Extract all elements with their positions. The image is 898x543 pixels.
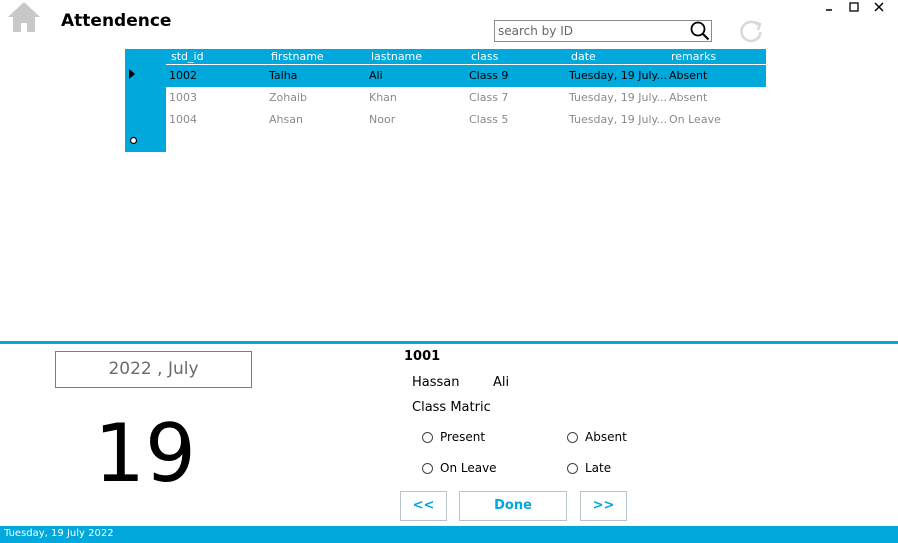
column-header-lastname[interactable]: lastname (371, 50, 422, 63)
done-button[interactable]: Done (459, 491, 567, 521)
day-number: 19 (94, 407, 196, 500)
cell-firstname[interactable]: Zohaib (269, 91, 307, 104)
table-row[interactable]: 1004 Ahsan Noor Class 5 Tuesday, 19 July… (166, 109, 766, 131)
column-header-firstname[interactable]: firstname (271, 50, 324, 63)
refresh-icon[interactable] (738, 19, 764, 45)
minimize-button[interactable] (818, 0, 842, 16)
search-icon[interactable] (689, 21, 711, 41)
radio-label[interactable]: Absent (585, 430, 627, 444)
column-header-std-id[interactable]: std_id (171, 50, 204, 63)
cell-firstname[interactable]: Talha (269, 69, 297, 82)
next-button[interactable]: >> (580, 491, 627, 521)
radio-on-leave[interactable]: On Leave (422, 461, 502, 477)
current-row-arrow-icon (129, 69, 135, 79)
cell-date[interactable]: Tuesday, 19 July... (569, 91, 667, 104)
radio-button[interactable] (567, 432, 578, 443)
grid-header (125, 49, 766, 64)
new-row-marker-icon (129, 136, 138, 145)
column-header-date[interactable]: date (571, 50, 596, 63)
status-bar: Tuesday, 19 July 2022 (0, 526, 898, 543)
cell-std-id[interactable]: 1003 (169, 91, 197, 104)
cell-date[interactable]: Tuesday, 19 July... (569, 113, 667, 126)
cell-std-id[interactable]: 1004 (169, 113, 197, 126)
student-id: 1001 (404, 349, 441, 364)
student-firstname: Hassan (412, 375, 460, 390)
status-date-text: Tuesday, 19 July 2022 (4, 528, 114, 539)
radio-label[interactable]: On Leave (440, 461, 497, 475)
student-lastname: Ali (493, 375, 510, 390)
home-icon (8, 2, 40, 32)
section-divider (0, 341, 898, 344)
cell-date[interactable]: Tuesday, 19 July... (569, 69, 667, 82)
cell-remarks[interactable]: Absent (669, 91, 707, 104)
search-input[interactable] (496, 22, 690, 40)
month-year-display: 2022 , July (55, 351, 252, 388)
cell-firstname[interactable]: Ahsan (269, 113, 303, 126)
previous-button[interactable]: << (400, 491, 447, 521)
table-row[interactable]: 1003 Zohaib Khan Class 7 Tuesday, 19 Jul… (166, 87, 766, 109)
radio-label[interactable]: Late (585, 461, 611, 475)
cell-lastname[interactable]: Noor (369, 113, 395, 126)
column-header-class[interactable]: class (471, 50, 498, 63)
cell-class[interactable]: Class 5 (469, 113, 508, 126)
page-title: Attendence (61, 11, 172, 31)
student-class: Class Matric (412, 400, 491, 415)
maximize-button[interactable] (842, 0, 866, 16)
cell-lastname[interactable]: Khan (369, 91, 397, 104)
home-button[interactable] (6, 0, 42, 34)
cell-remarks[interactable]: Absent (669, 69, 707, 82)
table-row[interactable]: 1002 Talha Ali Class 9 Tuesday, 19 July.… (166, 65, 766, 87)
cell-class[interactable]: Class 9 (469, 69, 508, 82)
radio-late[interactable]: Late (567, 461, 647, 477)
radio-present[interactable]: Present (422, 430, 502, 446)
maximize-icon (849, 2, 859, 12)
search-box (494, 20, 712, 42)
minimize-icon (826, 9, 832, 11)
column-header-remarks[interactable]: remarks (671, 50, 716, 63)
cell-class[interactable]: Class 7 (469, 91, 508, 104)
cell-remarks[interactable]: On Leave (669, 113, 721, 126)
cell-std-id[interactable]: 1002 (169, 69, 197, 82)
close-button[interactable] (867, 0, 891, 16)
radio-button[interactable] (422, 463, 433, 474)
close-icon (874, 2, 884, 12)
radio-absent[interactable]: Absent (567, 430, 647, 446)
radio-button[interactable] (567, 463, 578, 474)
cell-lastname[interactable]: Ali (369, 69, 383, 82)
radio-label[interactable]: Present (440, 430, 485, 444)
radio-button[interactable] (422, 432, 433, 443)
